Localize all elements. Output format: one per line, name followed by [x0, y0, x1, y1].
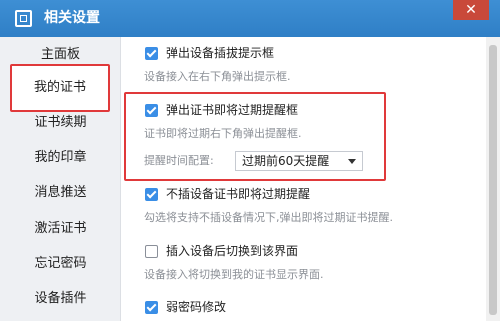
reminder-time-label: 提醒时间配置: — [144, 154, 214, 167]
settings-window: 相关设置 ✕ 主面板 我的证书 证书续期 我的印章 消息推送 激活证书 忘记密码… — [0, 0, 500, 321]
reminder-time-value: 过期前60天提醒 — [242, 154, 330, 168]
device-plug-prompt-label: 弹出设备插拔提示框 — [166, 46, 275, 60]
no-device-expiry-reminder-description: 勾选将支持不插设备情况下,弹出即将过期证书提醒. — [144, 211, 393, 224]
sidebar-item-my-seals[interactable]: 我的印章 — [0, 140, 121, 176]
certificate-expiry-reminder-label: 弹出证书即将过期提醒框 — [166, 103, 299, 117]
settings-app-icon — [15, 10, 32, 27]
switch-on-insert-label: 插入设备后切换到该界面 — [166, 244, 299, 258]
close-button[interactable]: ✕ — [453, 0, 489, 20]
sidebar-item-activate-certificate[interactable]: 激活证书 — [0, 211, 121, 247]
weak-password-change-checkbox[interactable] — [145, 301, 158, 314]
sidebar: 主面板 我的证书 证书续期 我的印章 消息推送 激活证书 忘记密码 设备插件 — [0, 37, 121, 321]
sidebar-item-device-plugin[interactable]: 设备插件 — [0, 281, 121, 317]
no-device-expiry-reminder-checkbox[interactable] — [145, 188, 158, 201]
no-device-expiry-reminder-label: 不插设备证书即将过期提醒 — [166, 187, 311, 201]
sidebar-item-certificate-renewal[interactable]: 证书续期 — [0, 105, 121, 141]
weak-password-change-label: 弱密码修改 — [166, 300, 227, 314]
switch-on-insert-description: 设备接入将切换到我的证书显示界面. — [144, 268, 324, 281]
switch-on-insert-checkbox[interactable] — [145, 245, 158, 258]
reminder-time-select[interactable]: 过期前60天提醒 — [235, 151, 363, 171]
sidebar-item-forgot-password[interactable]: 忘记密码 — [0, 246, 121, 282]
window-title: 相关设置 — [44, 10, 100, 26]
sidebar-item-message-push[interactable]: 消息推送 — [0, 175, 121, 211]
certificate-expiry-reminder-checkbox[interactable] — [145, 104, 158, 117]
settings-panel: 弹出设备插拔提示框 设备接入在右下角弹出提示框. 弹出证书即将过期提醒框 证书即… — [122, 37, 500, 321]
scrollbar-thumb[interactable] — [489, 45, 497, 315]
title-bar: 相关设置 ✕ — [0, 0, 500, 37]
device-plug-prompt-description: 设备接入在右下角弹出提示框. — [144, 70, 291, 83]
device-plug-prompt-checkbox[interactable] — [145, 47, 158, 60]
certificate-expiry-reminder-description: 证书即将过期右下角弹出提醒框. — [144, 127, 302, 140]
vertical-scrollbar[interactable] — [486, 37, 500, 321]
dropdown-caret-icon — [348, 159, 356, 164]
